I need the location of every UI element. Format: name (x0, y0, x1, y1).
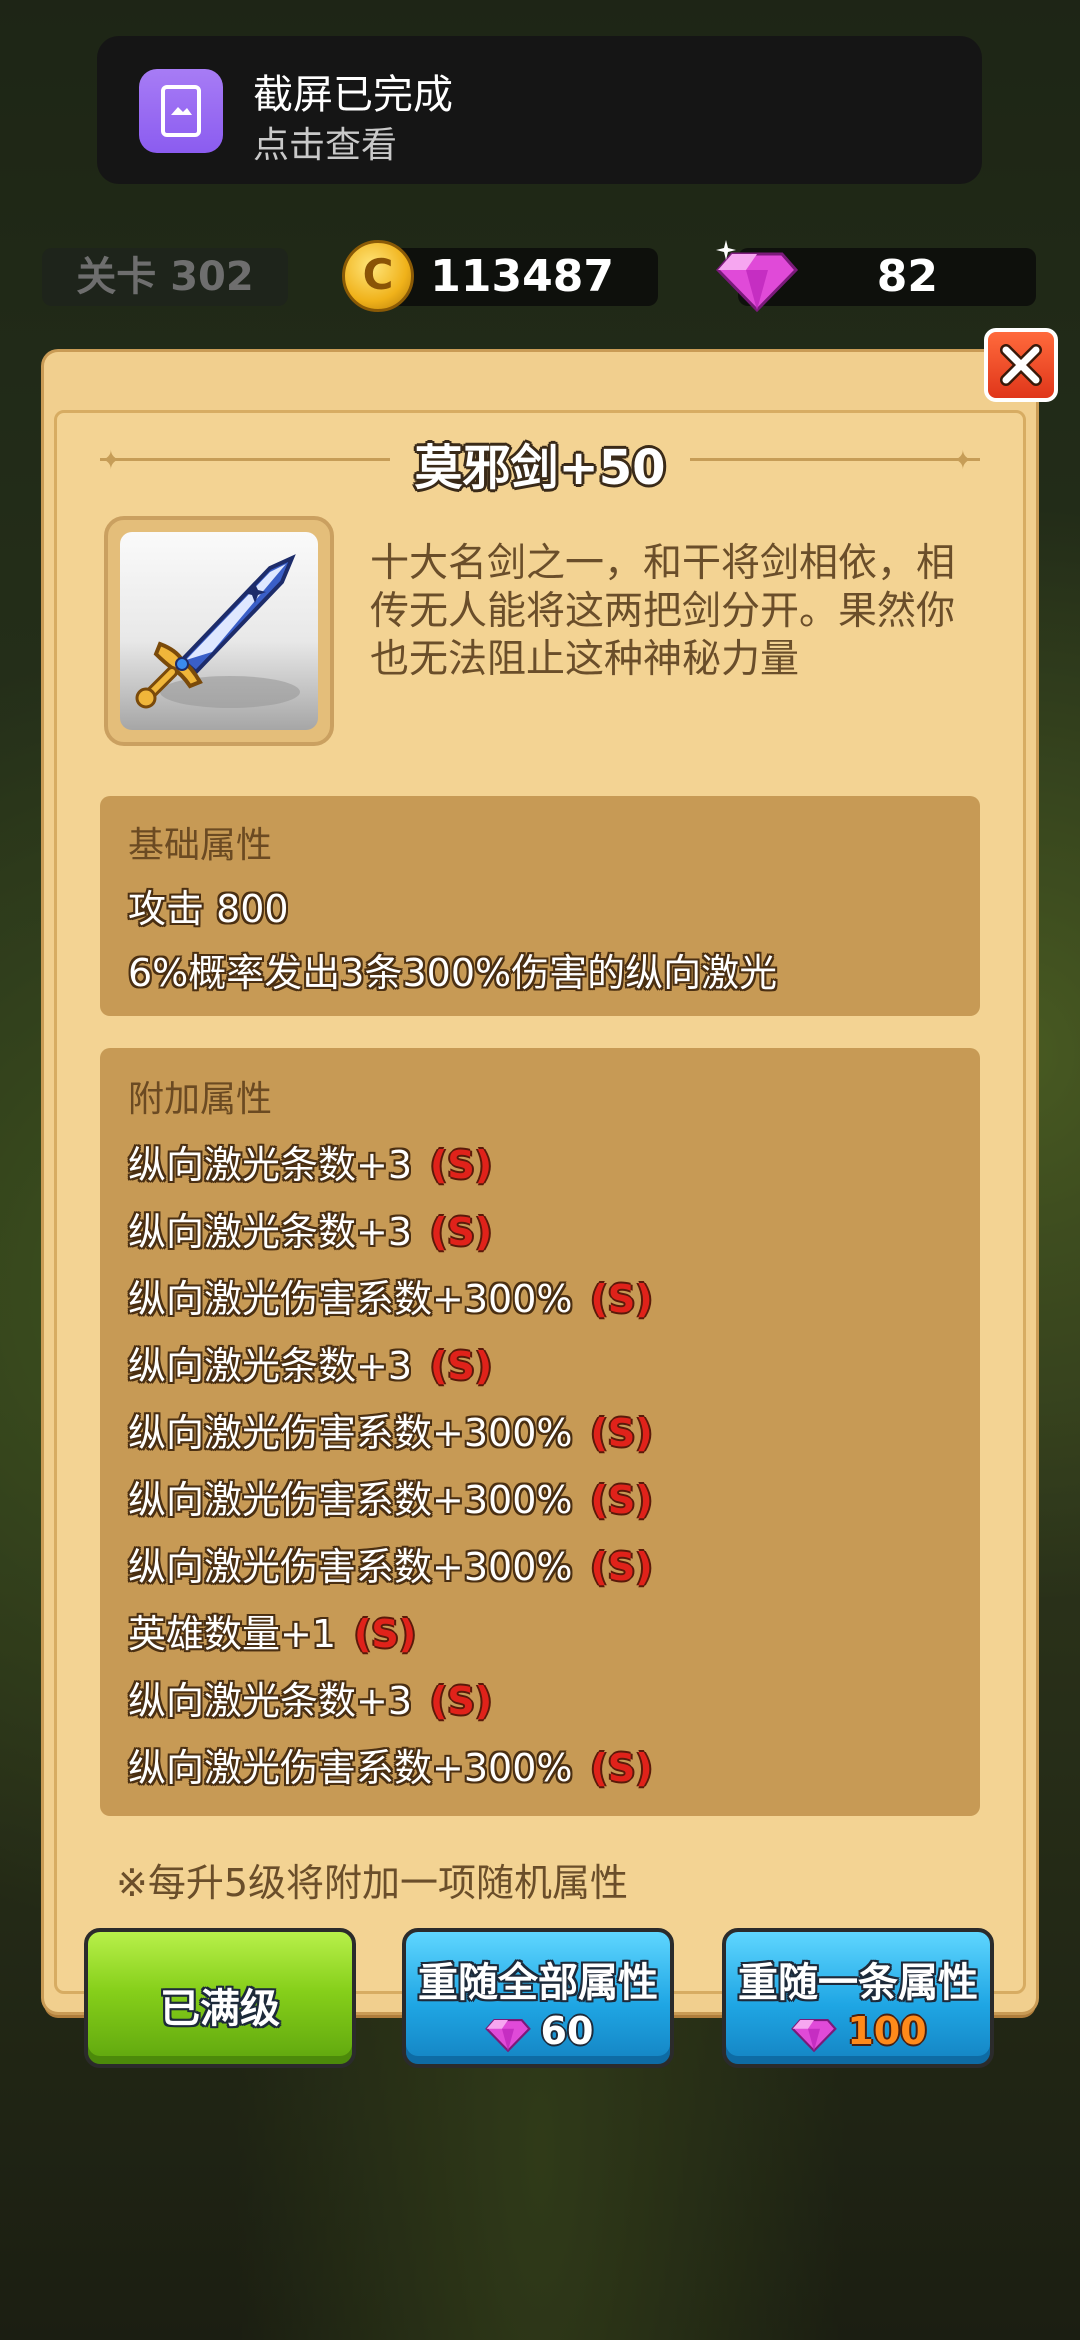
max-level-button[interactable]: 已满级 (84, 1928, 356, 2068)
attribute-text: 纵向激光条数+3 (128, 1143, 413, 1187)
reroll-all-button[interactable]: 重随全部属性 60 (402, 1928, 674, 2068)
base-attribute-line: 6%概率发出3条300%伤害的纵向激光 (128, 951, 778, 995)
item-name: 莫邪剑+50 (414, 440, 666, 496)
base-attributes-label: 基础属性 (128, 825, 273, 866)
attribute-text: 纵向激光伤害系数+300% (128, 1277, 573, 1321)
reroll-one-button[interactable]: 重随一条属性 100 (722, 1928, 994, 2068)
extra-attribute-line: 纵向激光条数+3 (S) (128, 1335, 492, 1390)
grade-badge: (S) (590, 1746, 653, 1790)
attribute-text: 纵向激光伤害系数+300% (128, 1411, 573, 1455)
attribute-text: 纵向激光伤害系数+300% (128, 1545, 573, 1589)
reroll-one-cost-value: 100 (847, 2009, 927, 2053)
attribute-text: 纵向激光条数+3 (128, 1679, 413, 1723)
gem-icon (484, 2018, 531, 2053)
screenshot-icon (139, 69, 223, 153)
reroll-one-label: 重随一条属性 (738, 1960, 978, 2006)
title-row: ✦ 莫邪剑+50 ✦ (100, 418, 980, 502)
attribute-text: 纵向激光伤害系数+300% (128, 1478, 573, 1522)
extra-attributes-label: 附加属性 (128, 1079, 273, 1120)
notification-subtitle: 点击查看 (253, 125, 398, 166)
extra-attribute-line: 纵向激光条数+3 (S) (128, 1670, 492, 1725)
upgrade-note: ※每升5级将附加一项随机属性 (116, 1861, 629, 1905)
close-icon (1000, 344, 1042, 386)
reroll-all-cost-value: 60 (540, 2009, 594, 2053)
base-attribute-line: 攻击 800 (128, 887, 289, 931)
grade-badge: (S) (430, 1344, 493, 1388)
extra-attribute-line: 纵向激光伤害系数+300% (S) (128, 1268, 653, 1323)
grade-badge: (S) (590, 1411, 653, 1455)
screenshot-notification[interactable]: 截屏已完成 点击查看 (97, 36, 982, 184)
grade-badge: (S) (430, 1679, 493, 1723)
extra-attribute-line: 纵向激光条数+3 (S) (128, 1201, 492, 1256)
sword-icon (135, 554, 300, 709)
reroll-all-cost: 60 (406, 2008, 670, 2054)
attribute-text: 英雄数量+1 (128, 1612, 337, 1656)
gem-icon (715, 240, 799, 313)
close-button[interactable] (984, 328, 1058, 402)
base-attributes-box: 基础属性 攻击 800 6%概率发出3条300%伤害的纵向激光 (100, 796, 980, 1016)
coin-icon: C (342, 240, 414, 312)
title-divider-right (690, 458, 980, 461)
extra-attribute-line: 英雄数量+1 (S) (128, 1603, 416, 1658)
attribute-text: 纵向激光伤害系数+300% (128, 1746, 573, 1790)
grade-badge: (S) (430, 1210, 493, 1254)
title-divider-left (100, 458, 390, 461)
gem-icon (791, 2018, 838, 2053)
grade-badge: (S) (430, 1143, 493, 1187)
item-description: 十大名剑之一，和干将剑相依，相传无人能将这两把剑分开。果然你也无法阻止这种神秘力… (370, 541, 956, 682)
grade-badge: (S) (354, 1612, 417, 1656)
item-icon-background (120, 532, 318, 730)
max-level-label: 已满级 (160, 1986, 280, 2032)
item-icon-frame (104, 516, 334, 746)
extra-attributes-box: 附加属性 纵向激光条数+3 (S) 纵向激光条数+3 (S) 纵向激光伤害系数+30… (100, 1048, 980, 1816)
grade-badge: (S) (590, 1545, 653, 1589)
extra-attribute-line: 纵向激光伤害系数+300% (S) (128, 1402, 653, 1457)
attribute-text: 纵向激光条数+3 (128, 1344, 413, 1388)
attribute-text: 纵向激光条数+3 (128, 1210, 413, 1254)
grade-badge: (S) (590, 1478, 653, 1522)
grade-badge: (S) (590, 1277, 653, 1321)
ornament-left-icon: ✦ (100, 446, 122, 476)
notification-title: 截屏已完成 (253, 72, 453, 118)
extra-attribute-line: 纵向激光伤害系数+300% (S) (128, 1469, 653, 1524)
ornament-right-icon: ✦ (952, 446, 974, 476)
extra-attribute-line: 纵向激光条数+3 (S) (128, 1134, 492, 1189)
reroll-all-label: 重随全部属性 (418, 1960, 658, 2006)
reroll-one-cost: 100 (726, 2008, 990, 2054)
stage-label: 关卡 302 (42, 248, 288, 306)
extra-attribute-line: 纵向激光伤害系数+300% (S) (128, 1737, 653, 1792)
extra-attribute-line: 纵向激光伤害系数+300% (S) (128, 1536, 653, 1591)
